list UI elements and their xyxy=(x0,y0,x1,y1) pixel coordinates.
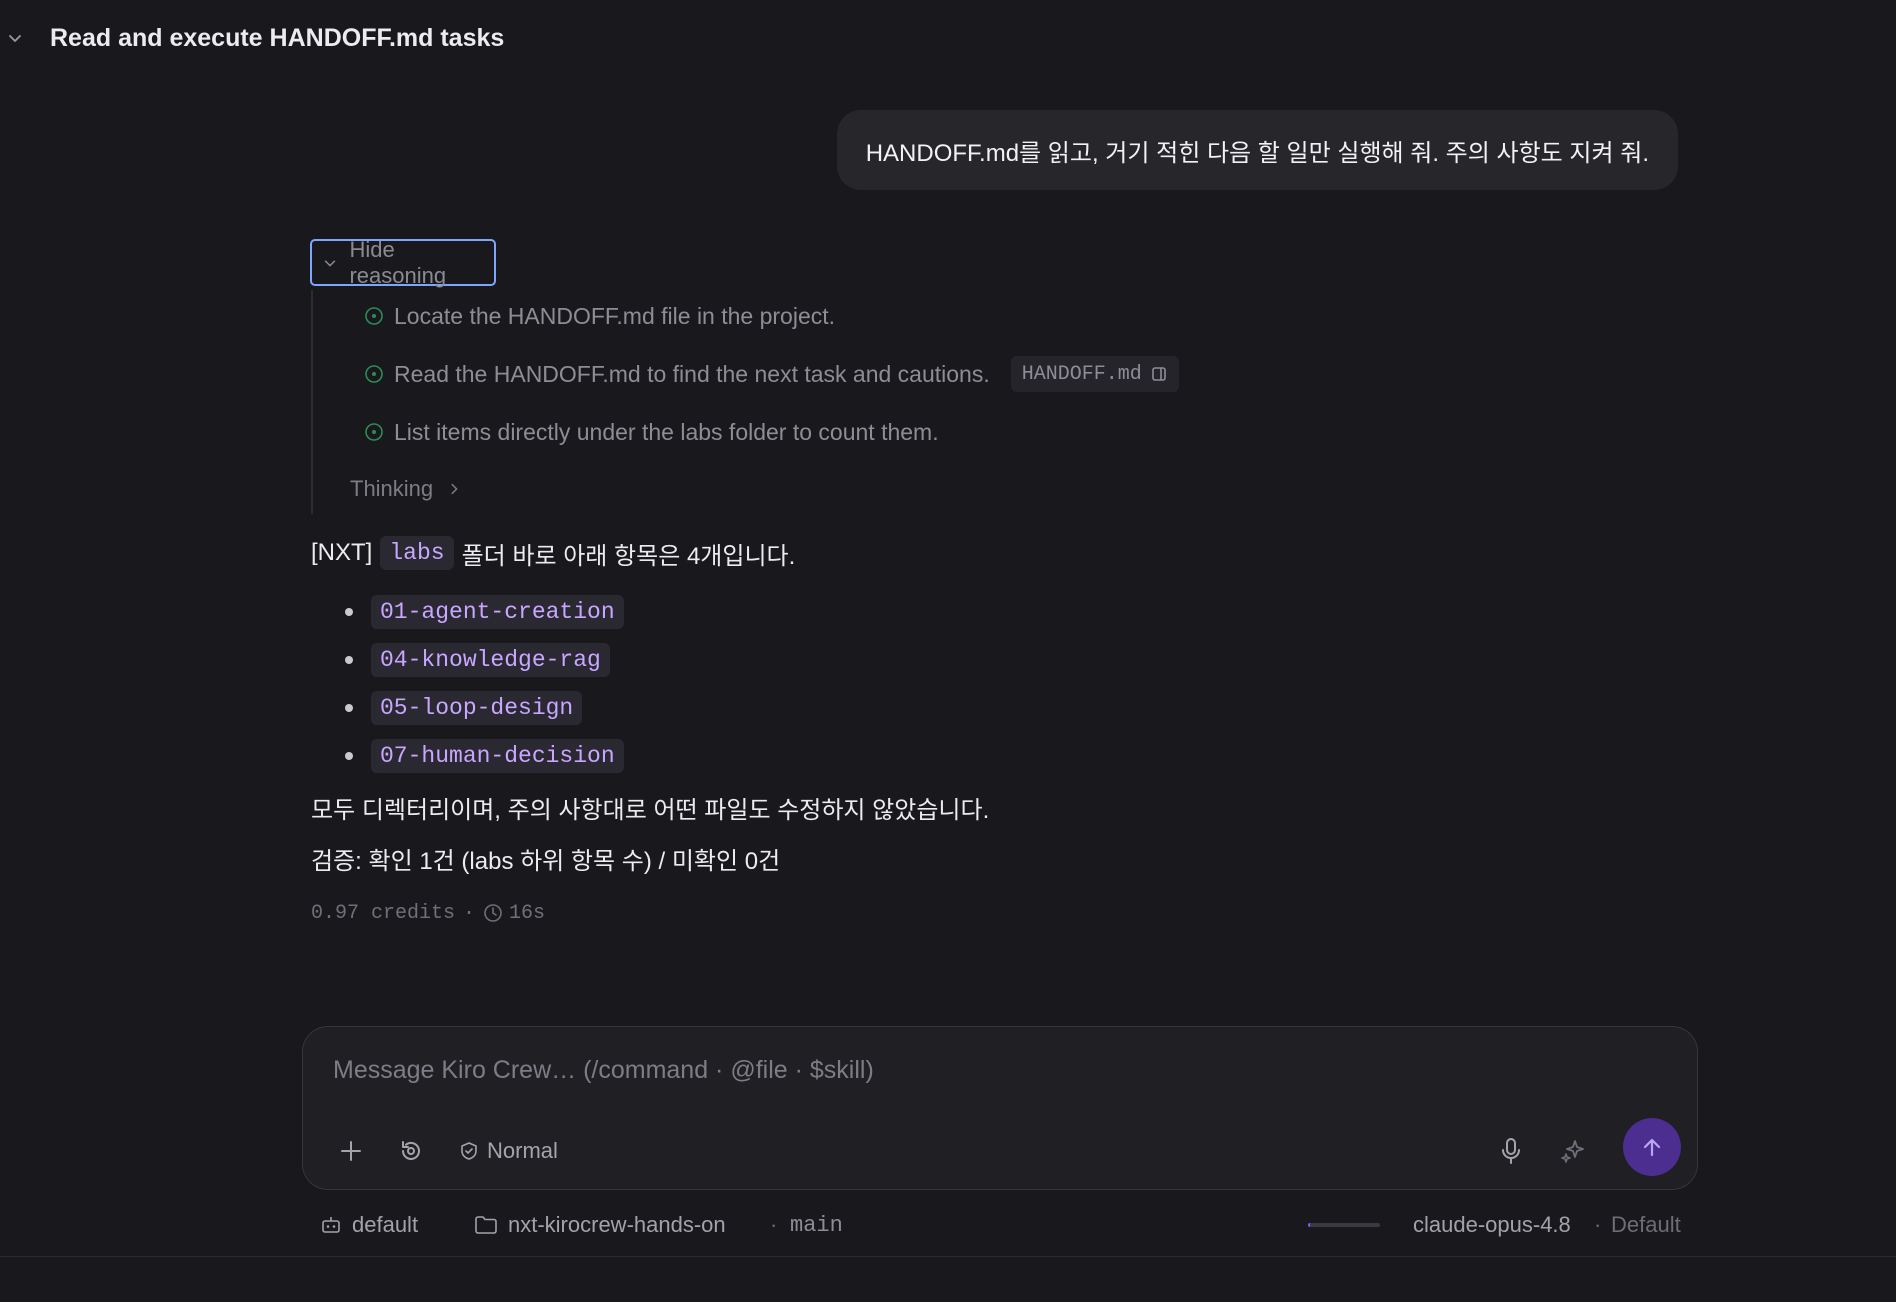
chevron-down-icon[interactable] xyxy=(0,30,30,46)
answer-summary: [NXT] labs 폴더 바로 아래 항목은 4개입니다. xyxy=(311,534,795,572)
chevron-right-icon xyxy=(447,482,461,496)
branch-separator: · xyxy=(770,1212,778,1237)
robot-icon xyxy=(320,1214,342,1236)
item-code: 07-human-decision xyxy=(371,739,624,773)
conversation-title: Read and execute HANDOFF.md tasks xyxy=(50,23,505,52)
reasoning-step: Locate the HANDOFF.md file in the projec… xyxy=(364,298,835,334)
response-meta: 0.97 credits · 16s xyxy=(311,900,545,926)
status-bar: default nxt-kirocrew-hands-on · main cla… xyxy=(0,1205,1896,1245)
file-chip-label: HANDOFF.md xyxy=(1021,362,1142,386)
user-message-text: HANDOFF.md를 읽고, 거기 적힌 다음 할 일만 실행해 줘. 주의 … xyxy=(865,139,1649,167)
model-separator: · xyxy=(1594,1212,1602,1237)
history-icon[interactable] xyxy=(391,1131,431,1171)
file-chip[interactable]: HANDOFF.md xyxy=(1010,356,1179,392)
shield-icon xyxy=(459,1141,479,1161)
bullet xyxy=(345,656,353,664)
step-text: Locate the HANDOFF.md file in the projec… xyxy=(394,302,836,329)
hide-reasoning-label: Hide reasoning xyxy=(349,236,447,288)
folder-code: labs xyxy=(380,536,454,570)
mode-label: Normal xyxy=(487,1138,558,1163)
microphone-icon[interactable] xyxy=(1491,1131,1531,1171)
step-done-icon xyxy=(364,364,384,384)
mode-selector[interactable]: Normal xyxy=(459,1131,558,1171)
bullet xyxy=(345,704,353,712)
credits-text: 0.97 credits xyxy=(311,901,456,925)
agent-label: default xyxy=(352,1212,419,1237)
divider xyxy=(0,1256,1896,1257)
item-code: 04-knowledge-rag xyxy=(371,643,610,677)
user-message-bubble: HANDOFF.md를 읽고, 거기 적힌 다음 할 일만 실행해 줘. 주의 … xyxy=(836,110,1678,190)
conversation-header: Read and execute HANDOFF.md tasks xyxy=(0,14,504,62)
reasoning-step: Read the HANDOFF.md to find the next tas… xyxy=(364,356,1179,392)
meta-separator: · xyxy=(463,901,476,925)
step-text: Read the HANDOFF.md to find the next tas… xyxy=(394,360,990,387)
bullet xyxy=(345,752,353,760)
hide-reasoning-button[interactable]: Hide reasoning xyxy=(310,236,496,288)
item-code: 05-loop-design xyxy=(371,691,583,725)
send-button[interactable] xyxy=(1623,1118,1681,1176)
bullet xyxy=(345,608,353,616)
list-item: 07-human-decision xyxy=(345,732,624,780)
sparkle-icon[interactable] xyxy=(1553,1131,1593,1171)
step-done-icon xyxy=(364,306,384,326)
step-done-icon xyxy=(364,422,384,442)
answer-suffix: 폴더 바로 아래 항목은 4개입니다. xyxy=(461,542,796,570)
reasoning-step: List items directly under the labs folde… xyxy=(364,414,939,450)
folder-icon xyxy=(474,1214,498,1236)
reasoning-rail xyxy=(311,290,313,514)
branch-label[interactable]: main xyxy=(790,1205,843,1245)
message-input[interactable] xyxy=(331,1049,1535,1091)
folder-list: 01-agent-creation 04-knowledge-rag 05-lo… xyxy=(345,588,624,780)
agent-selector[interactable]: default xyxy=(320,1205,418,1245)
list-item: 01-agent-creation xyxy=(345,588,624,636)
context-usage-bar xyxy=(1308,1223,1380,1227)
context-usage-fill xyxy=(1308,1223,1311,1227)
copy-icon[interactable] xyxy=(1150,365,1168,383)
arrow-up-icon xyxy=(1640,1135,1664,1159)
thinking-label: Thinking xyxy=(350,476,434,501)
step-text: List items directly under the labs folde… xyxy=(394,418,939,445)
clock-icon xyxy=(483,903,503,923)
answer-prefix: [NXT] xyxy=(311,539,373,566)
list-item: 04-knowledge-rag xyxy=(345,636,624,684)
plus-icon[interactable] xyxy=(331,1131,371,1171)
answer-verification: 검증: 확인 1건 (labs 하위 항목 수) / 미확인 0건 xyxy=(311,847,781,875)
chevron-down-icon xyxy=(318,256,341,270)
item-code: 01-agent-creation xyxy=(371,595,624,629)
project-label: nxt-kirocrew-hands-on xyxy=(508,1212,726,1237)
message-composer: Normal xyxy=(302,1026,1698,1190)
list-item: 05-loop-design xyxy=(345,684,624,732)
model-selector[interactable]: claude-opus-4.8 xyxy=(1413,1205,1571,1245)
duration-text: 16s xyxy=(509,901,546,925)
profile-selector[interactable]: Default xyxy=(1611,1205,1681,1245)
project-selector[interactable]: nxt-kirocrew-hands-on xyxy=(474,1205,726,1245)
thinking-toggle[interactable]: Thinking xyxy=(350,472,461,506)
answer-note: 모두 디렉터리이며, 주의 사항대로 어떤 파일도 수정하지 않았습니다. xyxy=(311,796,990,824)
